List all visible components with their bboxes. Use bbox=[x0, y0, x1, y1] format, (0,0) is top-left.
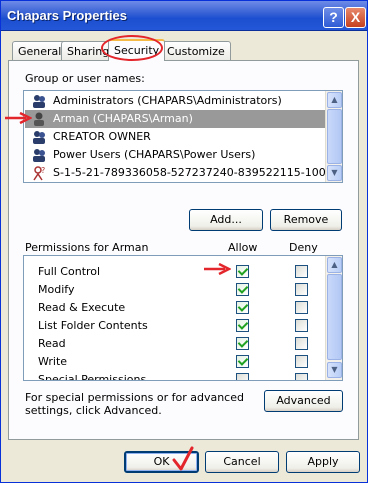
allow-header: Allow bbox=[228, 241, 258, 254]
list-item[interactable]: Power Users (CHAPARS\Power Users) bbox=[25, 146, 325, 164]
user-list[interactable]: Administrators (CHAPARS\Administrators) … bbox=[23, 90, 343, 183]
annotation-checkmark-icon bbox=[172, 446, 194, 471]
deny-checkbox[interactable] bbox=[295, 283, 308, 296]
allow-checkbox[interactable] bbox=[236, 301, 249, 314]
scroll-thumb[interactable] bbox=[327, 109, 342, 164]
permission-name: List Folder Contents bbox=[38, 319, 148, 332]
deny-checkbox[interactable] bbox=[295, 319, 308, 332]
scroll-down-icon[interactable]: ▼ bbox=[327, 362, 342, 378]
permissions-scrollbar[interactable]: ▲ ▼ bbox=[325, 256, 342, 380]
deny-checkbox[interactable] bbox=[295, 337, 308, 350]
properties-dialog: Chapars Properties ? X General Sharing S… bbox=[0, 0, 368, 483]
permission-name: Special Permissions bbox=[38, 373, 147, 381]
group-label: Group or user names: bbox=[25, 72, 145, 85]
permission-row: List Folder Contents bbox=[24, 316, 324, 334]
allow-checkbox[interactable] bbox=[236, 319, 249, 332]
scroll-up-icon[interactable]: ▲ bbox=[327, 92, 342, 108]
permission-name: Read bbox=[38, 337, 66, 350]
tab-customize[interactable]: Customize bbox=[161, 41, 231, 60]
title-bar[interactable]: Chapars Properties ? X bbox=[1, 1, 367, 31]
permissions-title: Permissions for Arman bbox=[25, 241, 149, 254]
deny-header: Deny bbox=[289, 241, 318, 254]
close-button[interactable]: X bbox=[345, 7, 366, 28]
permission-row: Full Control bbox=[24, 262, 324, 280]
permission-row: Read bbox=[24, 334, 324, 352]
list-item[interactable]: ? S-1-5-21-789336058-527237240-839522115… bbox=[25, 164, 333, 182]
scroll-down-icon[interactable]: ▼ bbox=[327, 165, 342, 181]
annotation-arrow-icon bbox=[204, 263, 231, 275]
unknown-account-icon: ? bbox=[33, 166, 45, 181]
allow-checkbox[interactable] bbox=[236, 265, 249, 278]
deny-checkbox[interactable] bbox=[295, 265, 308, 278]
deny-checkbox[interactable] bbox=[295, 355, 308, 368]
permission-name: Write bbox=[38, 355, 68, 368]
tab-strip: General Sharing Security Customize bbox=[1, 39, 367, 61]
remove-button[interactable]: Remove bbox=[270, 209, 342, 231]
allow-checkbox[interactable] bbox=[236, 337, 249, 350]
advanced-button[interactable]: Advanced bbox=[264, 390, 343, 412]
allow-checkbox[interactable] bbox=[236, 373, 249, 380]
permission-row: Special Permissions bbox=[24, 370, 324, 381]
window-title: Chapars Properties bbox=[7, 8, 127, 23]
user-name: Power Users (CHAPARS\Power Users) bbox=[53, 148, 256, 161]
deny-checkbox[interactable] bbox=[295, 373, 308, 380]
user-group-icon bbox=[33, 95, 45, 108]
list-item[interactable]: CREATOR OWNER bbox=[25, 128, 325, 146]
add-button[interactable]: Add... bbox=[189, 209, 263, 231]
permission-row: Modify bbox=[24, 280, 324, 298]
allow-checkbox[interactable] bbox=[236, 283, 249, 296]
user-name: Administrators (CHAPARS\Administrators) bbox=[53, 94, 282, 107]
user-list-scrollbar[interactable]: ▲ ▼ bbox=[325, 91, 342, 182]
user-icon bbox=[34, 112, 44, 126]
advanced-note: For special permissions or for advanced … bbox=[25, 391, 244, 417]
scroll-thumb[interactable] bbox=[327, 274, 342, 360]
cancel-button[interactable]: Cancel bbox=[205, 451, 279, 473]
permission-name: Full Control bbox=[38, 265, 101, 278]
permissions-list: Full Control Modify Read & Execute List … bbox=[23, 255, 343, 381]
user-name: CREATOR OWNER bbox=[53, 130, 151, 143]
svg-text:?: ? bbox=[41, 166, 45, 175]
permission-row: Write bbox=[24, 352, 324, 370]
permission-row: Read & Execute bbox=[24, 298, 324, 316]
user-name: S-1-5-21-789336058-527237240-839522115-1… bbox=[53, 166, 333, 179]
apply-button[interactable]: Apply bbox=[286, 451, 360, 473]
deny-checkbox[interactable] bbox=[295, 301, 308, 314]
permission-name: Modify bbox=[38, 283, 75, 296]
annotation-arrow-icon bbox=[5, 112, 32, 124]
tab-security[interactable]: Security bbox=[108, 39, 166, 61]
help-button[interactable]: ? bbox=[323, 7, 344, 28]
allow-checkbox[interactable] bbox=[236, 355, 249, 368]
tab-general[interactable]: General bbox=[12, 41, 68, 60]
permission-name: Read & Execute bbox=[38, 301, 126, 314]
scroll-up-icon[interactable]: ▲ bbox=[327, 257, 342, 273]
list-item-selected[interactable]: Arman (CHAPARS\Arman) bbox=[25, 110, 325, 128]
list-item[interactable]: Administrators (CHAPARS\Administrators) bbox=[25, 92, 325, 110]
user-name: Arman (CHAPARS\Arman) bbox=[53, 112, 193, 125]
user-group-icon bbox=[33, 131, 45, 144]
user-group-icon bbox=[33, 149, 45, 162]
